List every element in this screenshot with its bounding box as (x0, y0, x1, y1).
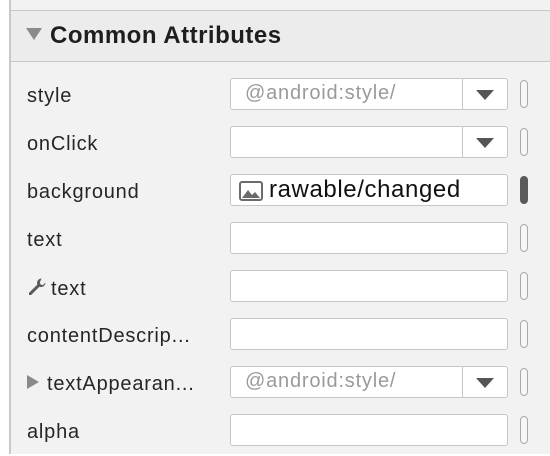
resource-picker-handle[interactable] (520, 320, 528, 348)
onclick-combo[interactable] (230, 126, 508, 158)
dropdown-button[interactable] (462, 127, 507, 157)
resource-picker-handle[interactable] (520, 272, 528, 300)
attribute-label: contentDescrip... (27, 325, 191, 347)
chevron-down-icon (476, 90, 494, 100)
attribute-row-alpha: alpha (11, 408, 550, 456)
dropdown-button[interactable] (462, 79, 507, 109)
alpha-field[interactable] (230, 414, 508, 446)
attribute-label: alpha (27, 421, 80, 443)
attribute-label: text (27, 229, 63, 251)
attributes-panel: Common Attributes style @android:style/ … (9, 0, 550, 454)
resource-picker-handle[interactable] (520, 176, 528, 204)
attribute-label[interactable]: textAppearan... (27, 373, 195, 396)
chevron-down-icon (476, 378, 494, 388)
resource-picker-handle[interactable] (520, 416, 528, 444)
attribute-row-text: text (11, 216, 550, 264)
image-icon (239, 181, 263, 206)
tools-text-field[interactable] (230, 270, 508, 302)
attribute-row-onclick: onClick (11, 120, 550, 168)
attribute-label: background (27, 181, 140, 203)
tools-text-label: text (51, 278, 87, 300)
attribute-row-background: background rawable/changed (11, 168, 550, 216)
text-appearance-combo[interactable]: @android:style/ (230, 366, 508, 398)
style-combo[interactable]: @android:style/ (230, 78, 508, 110)
attribute-row-style: style @android:style/ (11, 72, 550, 120)
background-field[interactable]: rawable/changed (230, 174, 508, 206)
dropdown-button[interactable] (462, 367, 507, 397)
chevron-down-icon (476, 138, 494, 148)
attribute-label: style (27, 85, 73, 107)
resource-picker-handle[interactable] (520, 224, 528, 252)
attribute-label: onClick (27, 133, 99, 155)
background-value[interactable]: rawable/changed (269, 176, 461, 204)
text-appearance-value[interactable]: @android:style/ (245, 370, 396, 393)
common-attributes-header[interactable]: Common Attributes (11, 11, 550, 62)
content-description-field[interactable] (230, 318, 508, 350)
attribute-row-text-appearance: textAppearan... @android:style/ (11, 360, 550, 408)
text-appearance-label: textAppearan... (47, 373, 195, 395)
wrench-icon (27, 277, 47, 303)
resource-picker-handle[interactable] (520, 368, 528, 396)
text-field[interactable] (230, 222, 508, 254)
attribute-label: text (27, 277, 86, 303)
style-value[interactable]: @android:style/ (245, 82, 396, 105)
section-title: Common Attributes (50, 22, 282, 49)
collapse-triangle-icon[interactable] (26, 28, 42, 40)
attribute-row-content-description: contentDescrip... (11, 312, 550, 360)
resource-picker-handle[interactable] (520, 80, 528, 108)
expand-triangle-icon[interactable] (27, 375, 39, 389)
attribute-row-tools-text: text (11, 264, 550, 312)
resource-picker-handle[interactable] (520, 128, 528, 156)
